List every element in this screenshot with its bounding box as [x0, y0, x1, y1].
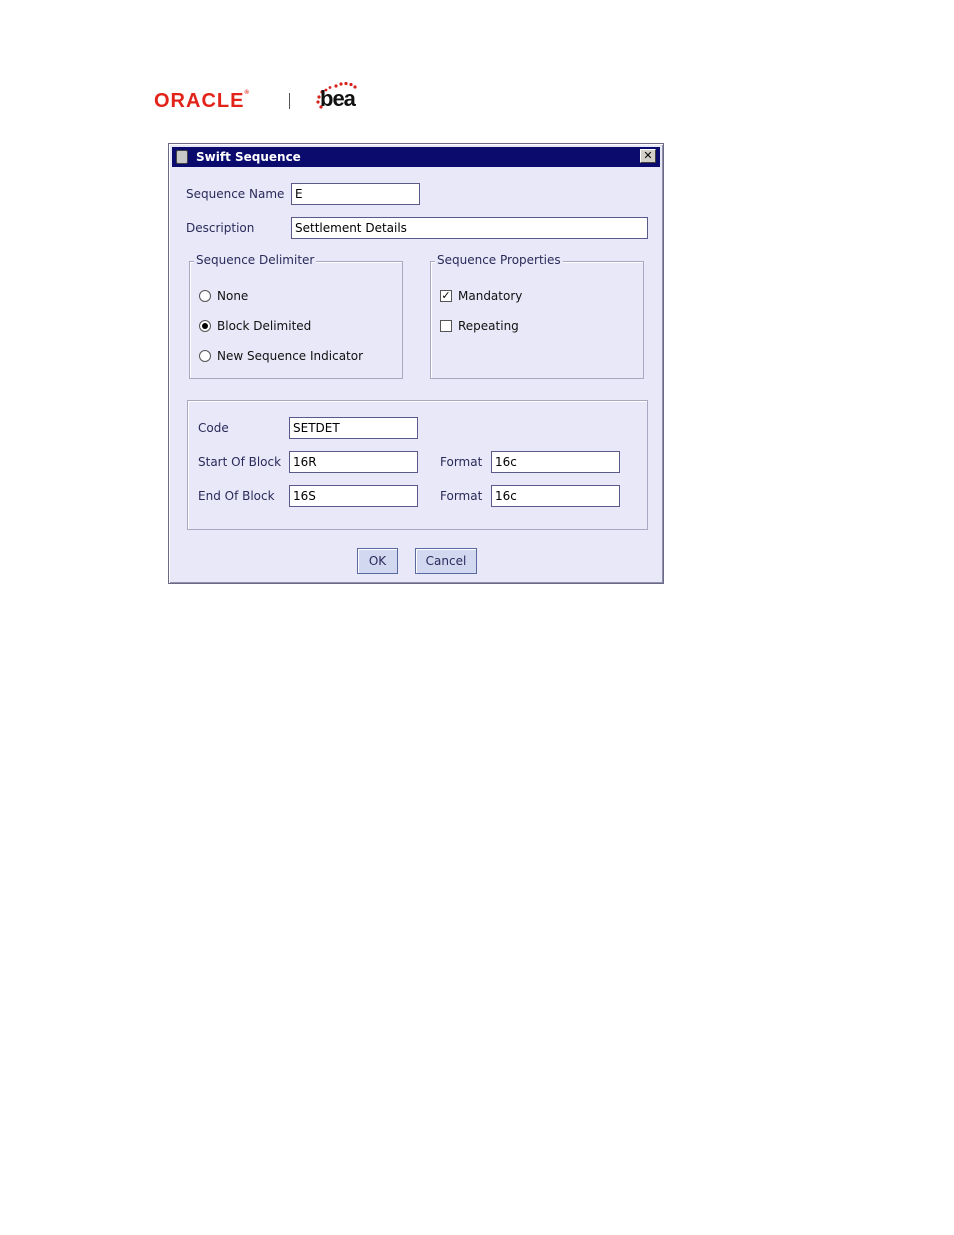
title-bar[interactable]: Swift Sequence ✕: [172, 147, 660, 167]
mandatory-checkbox[interactable]: ✓ Mandatory: [440, 289, 522, 303]
logo-divider: [289, 93, 290, 109]
start-of-block-input[interactable]: 16R: [289, 451, 418, 473]
app-icon: [176, 150, 188, 164]
code-input[interactable]: SETDET: [289, 417, 418, 439]
delimiter-block-delimited-label: Block Delimited: [217, 319, 312, 333]
end-of-block-label: End Of Block: [198, 489, 275, 503]
description-label: Description: [186, 221, 255, 235]
start-format-label: Format: [440, 455, 483, 469]
delimiter-none-label: None: [217, 289, 249, 303]
delimiter-new-sequence-indicator-radio[interactable]: New Sequence Indicator: [199, 349, 363, 363]
checkmark-icon: ✓: [440, 289, 452, 302]
sequence-properties-legend: Sequence Properties: [435, 253, 563, 267]
dialog-title: Swift Sequence: [196, 150, 301, 164]
sequence-delimiter-group: Sequence Delimiter None Block Delimited …: [189, 253, 403, 379]
start-format-input[interactable]: 16c: [491, 451, 620, 473]
radio-unchecked-icon: [199, 290, 211, 302]
sequence-delimiter-legend: Sequence Delimiter: [194, 253, 317, 267]
mandatory-label: Mandatory: [458, 289, 523, 303]
swift-sequence-dialog: Swift Sequence ✕ Sequence Name E Descrip…: [168, 143, 664, 584]
end-of-block-input[interactable]: 16S: [289, 485, 418, 507]
close-button[interactable]: ✕: [640, 149, 656, 163]
radio-checked-icon: [199, 320, 211, 332]
block-details-group: Code SETDET Start Of Block 16R Format 16…: [187, 400, 648, 530]
cancel-button[interactable]: Cancel: [415, 548, 477, 574]
brand-header: ORACLE® bea: [154, 76, 374, 116]
delimiter-block-delimited-radio[interactable]: Block Delimited: [199, 319, 311, 333]
radio-unchecked-icon: [199, 350, 211, 362]
start-of-block-label: Start Of Block: [198, 455, 282, 469]
sequence-name-label: Sequence Name: [186, 187, 285, 201]
repeating-checkbox[interactable]: Repeating: [440, 319, 519, 333]
bea-logo: bea: [320, 86, 356, 111]
sequence-name-input[interactable]: E: [291, 183, 420, 205]
delimiter-new-sequence-indicator-label: New Sequence Indicator: [217, 349, 364, 363]
delimiter-none-radio[interactable]: None: [199, 289, 248, 303]
description-input[interactable]: Settlement Details: [291, 217, 648, 239]
code-label: Code: [198, 421, 229, 435]
end-format-input[interactable]: 16c: [491, 485, 620, 507]
end-format-label: Format: [440, 489, 483, 503]
sequence-properties-group: Sequence Properties ✓ Mandatory Repeatin…: [430, 253, 644, 379]
oracle-logo: ORACLE®: [154, 90, 250, 112]
ok-button[interactable]: OK: [357, 548, 398, 574]
close-icon: ✕: [643, 149, 653, 162]
repeating-label: Repeating: [458, 319, 519, 333]
checkbox-empty-icon: [440, 320, 452, 332]
